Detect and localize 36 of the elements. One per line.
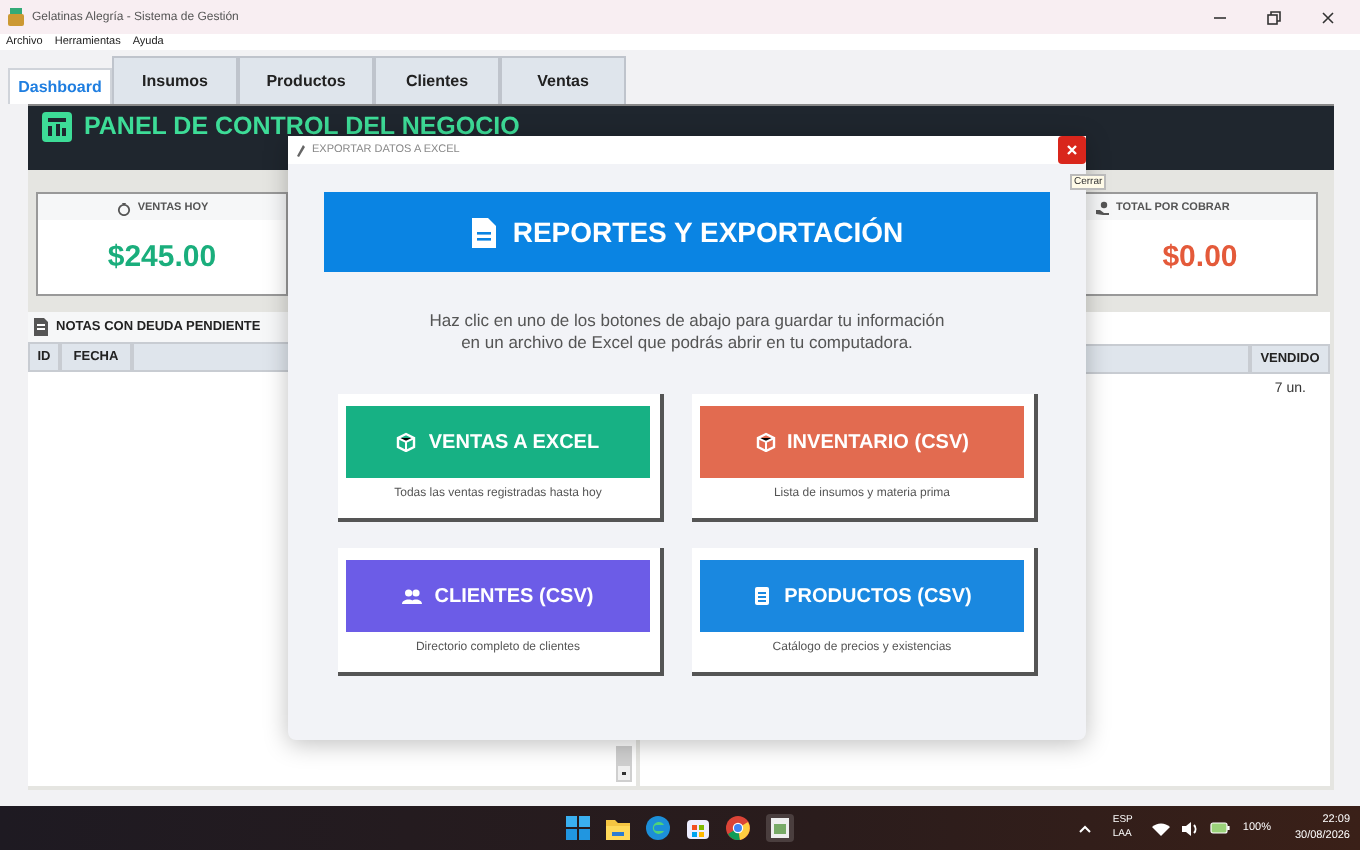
- tab[interactable]: Insumos: [112, 56, 238, 104]
- restore-icon[interactable]: [1266, 9, 1282, 25]
- banner-title: REPORTES Y EXPORTACIÓN: [512, 216, 904, 248]
- chrome-icon[interactable]: [726, 816, 750, 840]
- box-icon: [755, 432, 776, 452]
- hand-icon: [1094, 199, 1110, 215]
- people-icon: [402, 586, 423, 606]
- tab[interactable]: Dashboard: [8, 68, 112, 104]
- tab[interactable]: Ventas: [500, 56, 626, 104]
- dashboard-title: PANEL DE CONTROL DEL NEGOCIO: [84, 112, 520, 140]
- chevron-up-icon[interactable]: [1078, 823, 1093, 833]
- start-icon[interactable]: [566, 816, 590, 840]
- close-button[interactable]: [1058, 136, 1086, 164]
- folder-icon[interactable]: [606, 817, 630, 839]
- tab[interactable]: Productos: [238, 56, 374, 104]
- export-button[interactable]: PRODUCTOS (CSV): [700, 560, 1024, 632]
- list-icon: [752, 586, 773, 606]
- stat-value: $0.00: [1160, 238, 1240, 278]
- browser-icon[interactable]: [646, 816, 670, 840]
- stat-value: $245.00: [105, 238, 219, 278]
- app-window-icon[interactable]: [766, 814, 794, 842]
- box-icon: [396, 432, 417, 452]
- document-icon: [470, 215, 499, 249]
- app-icon: [8, 8, 24, 26]
- tab[interactable]: Clientes: [374, 56, 500, 104]
- close-icon[interactable]: [1320, 9, 1336, 25]
- store-icon[interactable]: [686, 816, 710, 840]
- scrollbar[interactable]: [616, 746, 632, 782]
- description-text: Haz clic en uno de los botones de abajo para guardar tu información en un archivo de Excel que podrás abrir en tu computadora.: [429, 310, 945, 354]
- chart-icon: [42, 112, 72, 142]
- close-icon: [1066, 144, 1078, 156]
- export-button[interactable]: CLIENTES (CSV): [346, 560, 650, 632]
- wifi-icon[interactable]: [1152, 821, 1171, 835]
- battery-icon[interactable]: [1210, 822, 1231, 834]
- pen-icon: [296, 143, 306, 157]
- speaker-icon[interactable]: [1182, 821, 1199, 835]
